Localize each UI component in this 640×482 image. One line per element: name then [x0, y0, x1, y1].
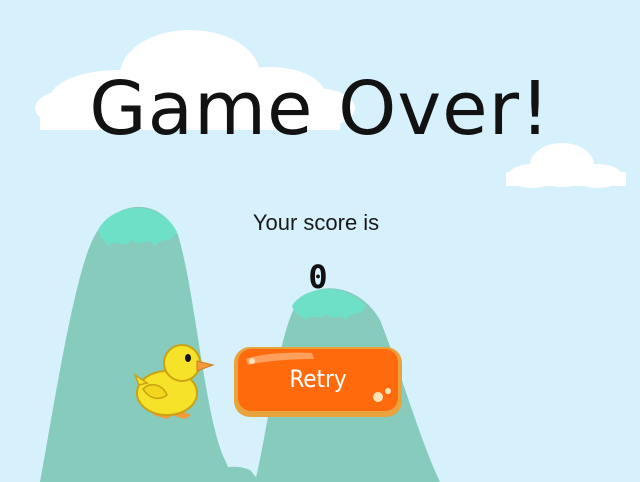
retry-button[interactable]: Retry: [232, 343, 404, 419]
duck-character-icon: [133, 344, 215, 419]
score-label: Your score is: [252, 210, 380, 235]
retry-button-label: Retry: [289, 365, 347, 393]
game-over-title: Game Over!: [89, 66, 551, 152]
game-over-screen: Game Over! Your score is 0 Retry: [0, 0, 640, 482]
score-value: 0: [308, 258, 328, 296]
